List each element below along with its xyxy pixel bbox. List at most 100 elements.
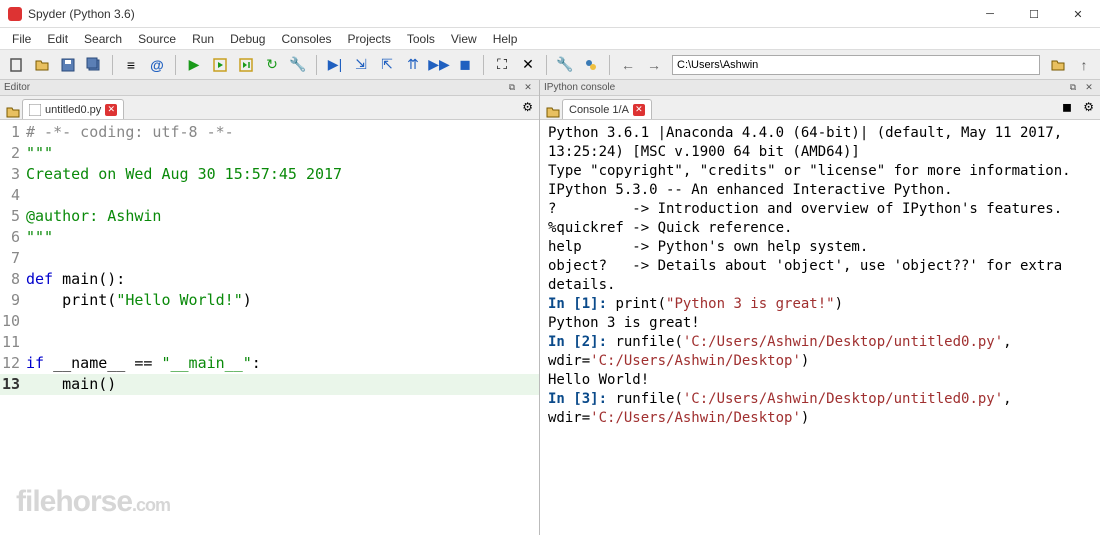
menu-source[interactable]: Source	[130, 30, 184, 48]
menu-consoles[interactable]: Consoles	[273, 30, 339, 48]
editor-tab-label: untitled0.py	[45, 104, 101, 116]
console-options-icon[interactable]: ⚙	[1083, 100, 1094, 114]
editor-options-icon[interactable]: ⚙	[522, 100, 533, 114]
line-number: 4	[0, 185, 26, 206]
ipython-console[interactable]: Python 3.6.1 |Anaconda 4.4.0 (64-bit)| (…	[540, 120, 1100, 535]
close-button[interactable]: ✕	[1056, 0, 1100, 28]
menu-help[interactable]: Help	[485, 30, 526, 48]
separator	[609, 55, 610, 75]
console-tab[interactable]: Console 1/A ✕	[562, 99, 652, 119]
window-controls: ─ ☐ ✕	[968, 0, 1100, 28]
menubar: File Edit Search Source Run Debug Consol…	[0, 28, 1100, 50]
tab-folder-icon[interactable]	[4, 105, 22, 119]
console-line: Type "copyright", "credits" or "license"…	[548, 162, 1092, 181]
menu-file[interactable]: File	[4, 30, 39, 48]
outline-icon[interactable]: ≡	[119, 53, 143, 77]
line-number: 11	[0, 332, 26, 353]
menu-search[interactable]: Search	[76, 30, 130, 48]
run-cell-advance-icon[interactable]	[234, 53, 258, 77]
console-pane-header: IPython console ⧉ ✕	[540, 80, 1100, 96]
titlebar: Spyder (Python 3.6) ─ ☐ ✕	[0, 0, 1100, 28]
console-line: %quickref -> Quick reference.	[548, 219, 1092, 238]
debug-continue-icon[interactable]: ▶▶	[427, 53, 451, 77]
preferences-icon[interactable]: 🔧	[553, 53, 577, 77]
spyder-logo-icon	[8, 7, 22, 21]
minimize-button[interactable]: ─	[968, 0, 1012, 28]
console-input: In [2]: runfile('C:/Users/Ashwin/Desktop…	[548, 333, 1092, 371]
nav-forward-icon[interactable]: →	[642, 53, 666, 77]
menu-run[interactable]: Run	[184, 30, 222, 48]
maximize-pane-icon[interactable]: ⛶	[490, 53, 514, 77]
menu-tools[interactable]: Tools	[399, 30, 443, 48]
run-icon[interactable]: ▶	[182, 53, 206, 77]
new-file-icon[interactable]	[4, 53, 28, 77]
debug-stop-icon[interactable]: ◼	[453, 53, 477, 77]
line-number: 7	[0, 248, 26, 269]
console-line: object? -> Details about 'object', use '…	[548, 257, 1092, 295]
separator	[546, 55, 547, 75]
parent-dir-icon[interactable]: ↑	[1072, 53, 1096, 77]
console-output: Hello World!	[548, 371, 1092, 390]
separator	[316, 55, 317, 75]
console-line: help -> Python's own help system.	[548, 238, 1092, 257]
menu-edit[interactable]: Edit	[39, 30, 76, 48]
undock-icon[interactable]: ⧉	[505, 81, 519, 95]
menu-projects[interactable]: Projects	[340, 30, 399, 48]
debug-step-out-icon[interactable]: ⇈	[401, 53, 425, 77]
menu-view[interactable]: View	[443, 30, 485, 48]
console-input: In [1]: print("Python 3 is great!")	[548, 295, 1092, 314]
open-file-icon[interactable]	[30, 53, 54, 77]
editor-pane-label: Editor	[4, 82, 503, 93]
workspace: Editor ⧉ ✕ untitled0.py ✕ ⚙ 1# -*- codin…	[0, 80, 1100, 535]
console-line: ? -> Introduction and overview of IPytho…	[548, 200, 1092, 219]
save-icon[interactable]	[56, 53, 80, 77]
browse-dir-icon[interactable]	[1046, 53, 1070, 77]
python-path-icon[interactable]	[579, 53, 603, 77]
line-number: 13	[0, 374, 26, 395]
line-number: 6	[0, 227, 26, 248]
console-pane: IPython console ⧉ ✕ Console 1/A ✕ ◼ ⚙ Py…	[540, 80, 1100, 535]
console-line: Python 3.6.1 |Anaconda 4.4.0 (64-bit)| (…	[548, 124, 1092, 162]
close-tab-icon[interactable]: ✕	[633, 104, 645, 116]
maximize-button[interactable]: ☐	[1012, 0, 1056, 28]
debug-step-into-icon[interactable]: ⇲	[349, 53, 373, 77]
undock-icon[interactable]: ⧉	[1066, 81, 1080, 95]
code-editor[interactable]: 1# -*- coding: utf-8 -*- 2""" 3Created o…	[0, 120, 539, 535]
at-icon[interactable]: @	[145, 53, 169, 77]
console-output: Python 3 is great!	[548, 314, 1092, 333]
console-tab-label: Console 1/A	[569, 104, 629, 116]
line-number: 9	[0, 290, 26, 311]
run-cell-icon[interactable]	[208, 53, 232, 77]
console-pane-label: IPython console	[544, 82, 1064, 93]
run-selection-icon[interactable]: ↻	[260, 53, 284, 77]
debug-step-icon[interactable]: ▶|	[323, 53, 347, 77]
line-number: 8	[0, 269, 26, 290]
line-number: 1	[0, 122, 26, 143]
toolbar: ≡ @ ▶ ↻ 🔧 ▶| ⇲ ⇱ ⇈ ▶▶ ◼ ⛶ ✕ 🔧 ← → ↑	[0, 50, 1100, 80]
tab-folder-icon[interactable]	[544, 105, 562, 119]
editor-pane-header: Editor ⧉ ✕	[0, 80, 539, 96]
editor-pane: Editor ⧉ ✕ untitled0.py ✕ ⚙ 1# -*- codin…	[0, 80, 540, 535]
line-number: 12	[0, 353, 26, 374]
editor-tab[interactable]: untitled0.py ✕	[22, 99, 124, 119]
close-pane-icon[interactable]: ✕	[521, 81, 535, 95]
console-tabbar: Console 1/A ✕ ◼ ⚙	[540, 96, 1100, 120]
console-line: IPython 5.3.0 -- An enhanced Interactive…	[548, 181, 1092, 200]
debug-step-over-icon[interactable]: ⇱	[375, 53, 399, 77]
close-pane-icon[interactable]: ✕	[1082, 81, 1096, 95]
line-number: 2	[0, 143, 26, 164]
menu-debug[interactable]: Debug	[222, 30, 273, 48]
line-number: 10	[0, 311, 26, 332]
working-dir-input[interactable]	[672, 55, 1040, 75]
separator	[483, 55, 484, 75]
nav-back-icon[interactable]: ←	[616, 53, 640, 77]
save-all-icon[interactable]	[82, 53, 106, 77]
separator	[175, 55, 176, 75]
fullscreen-icon[interactable]: ✕	[516, 53, 540, 77]
console-input: In [3]: runfile('C:/Users/Ashwin/Desktop…	[548, 390, 1092, 428]
close-tab-icon[interactable]: ✕	[105, 104, 117, 116]
editor-tabbar: untitled0.py ✕ ⚙	[0, 96, 539, 120]
line-number: 5	[0, 206, 26, 227]
console-stop-icon[interactable]: ◼	[1062, 100, 1072, 114]
debug-icon[interactable]: 🔧	[286, 53, 310, 77]
